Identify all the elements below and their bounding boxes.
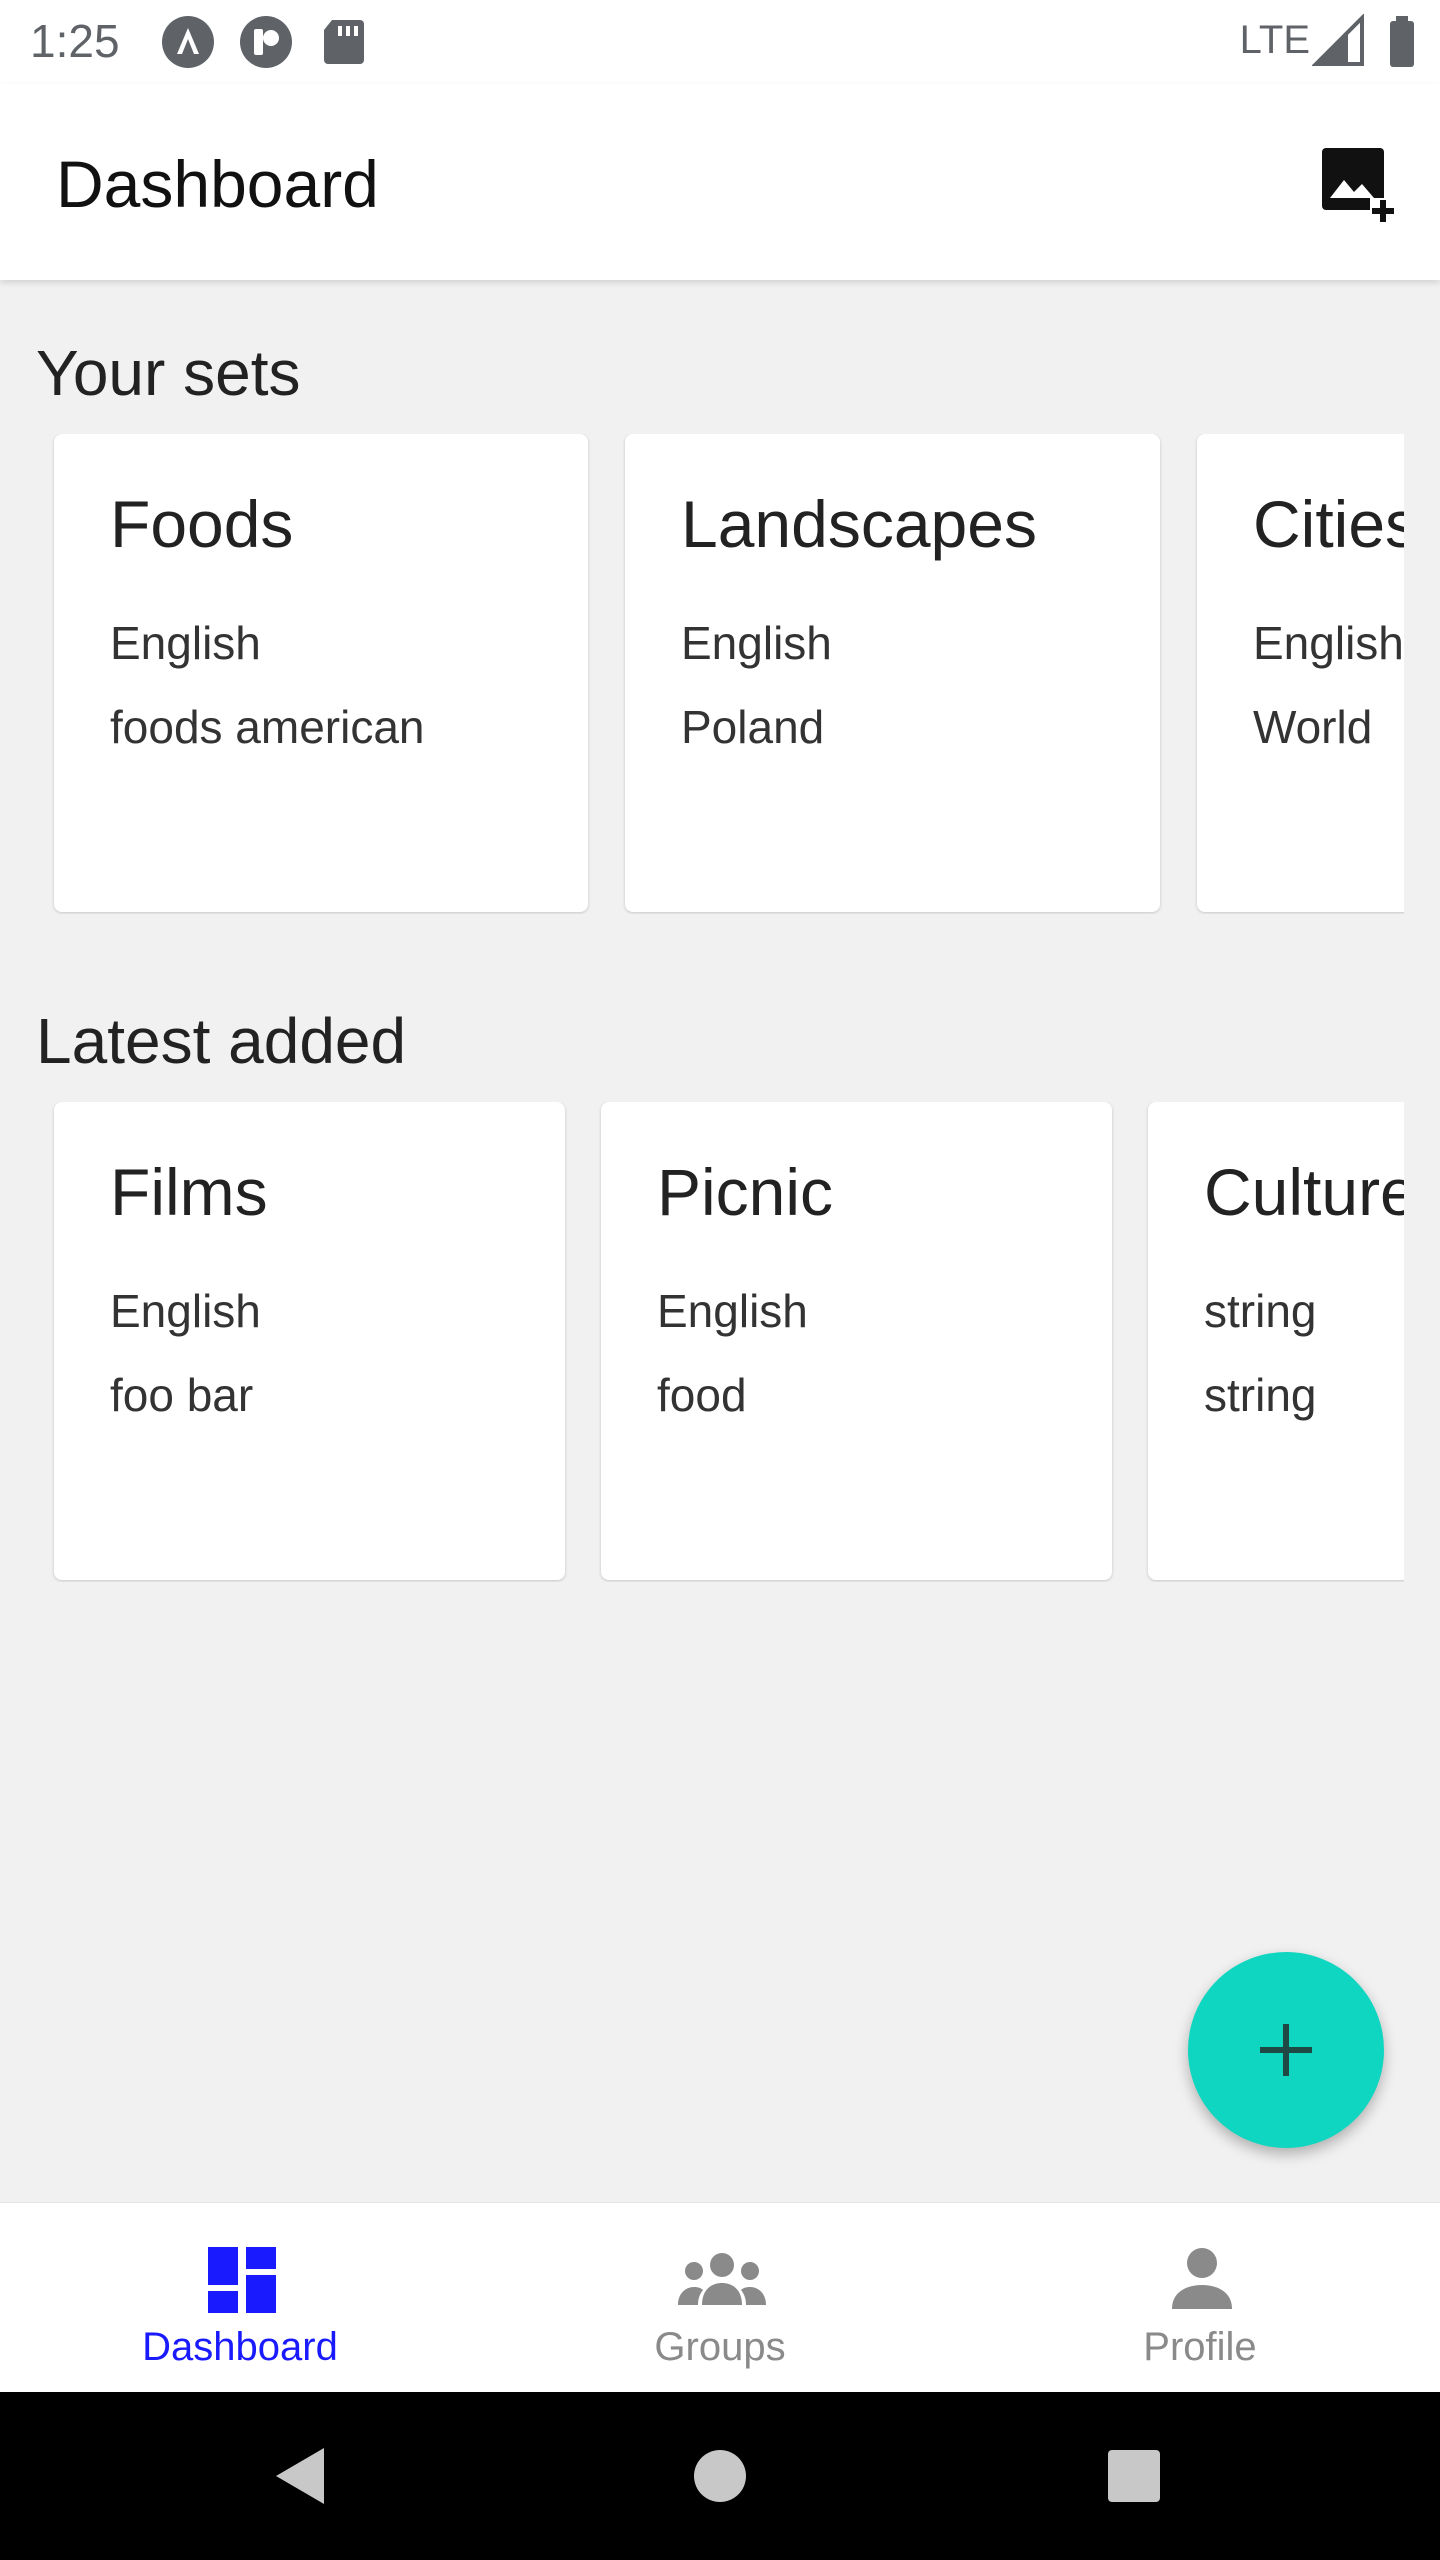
latest-card-language: English [657,1285,808,1337]
latest-card-title: Films [110,1155,268,1229]
latest-card-language: English [110,1285,261,1337]
latest-card-title: Culture [1204,1155,1404,1229]
person-icon [1172,2248,1232,2309]
latest-card[interactable]: Films English foo bar [54,1102,565,1580]
set-card[interactable]: Foods English foods american [54,434,588,912]
network-type: LTE [1239,18,1310,62]
latest-card-title: Picnic [657,1155,834,1229]
set-card-tags: Poland [681,701,825,753]
set-card-language: English [110,617,261,669]
status-time: 1:25 [30,15,120,67]
battery-icon [1390,16,1414,67]
system-navigation-bar [0,2392,1440,2560]
nav-item-dashboard[interactable]: Dashboard [0,2203,480,2393]
latest-card-language: string [1204,1285,1317,1337]
recents-icon[interactable] [1092,2434,1176,2518]
nav-item-profile[interactable]: Profile [960,2203,1440,2393]
status-bar: 1:25 LTE [0,0,1440,84]
home-icon[interactable] [678,2434,762,2518]
nav-label-groups: Groups [654,2325,786,2369]
section-title-your-sets: Your sets [36,337,301,409]
latest-card[interactable]: Culture string string [1148,1102,1404,1580]
latest-card-tags: food [657,1369,747,1421]
back-icon[interactable] [258,2434,342,2518]
nav-label-profile: Profile [1143,2325,1257,2369]
app-notification-icon [240,16,292,68]
bottom-navigation: Dashboard Groups Profile [0,2202,1440,2393]
page-title: Dashboard [56,147,379,221]
groups-icon [678,2253,766,2305]
your-sets-carousel[interactable]: Foods English foods american Landscapes … [0,434,1404,914]
latest-added-carousel[interactable]: Films English foo bar Picnic English foo… [0,1102,1404,1582]
set-card[interactable]: Landscapes English Poland [625,434,1160,912]
auto-icon [162,16,214,68]
set-card-tags: World [1253,701,1373,753]
set-card-title: Foods [110,487,294,561]
add-photo-button[interactable] [1316,142,1396,222]
nav-label-dashboard: Dashboard [142,2325,338,2369]
latest-card[interactable]: Picnic English food [601,1102,1112,1580]
section-title-latest-added: Latest added [36,1005,407,1077]
sd-card-icon [324,20,364,64]
plus-icon [1260,2024,1312,2076]
set-card-title: Landscapes [681,487,1037,561]
add-fab-button[interactable] [1188,1952,1384,2148]
set-card-language: English [681,617,832,669]
nav-item-groups[interactable]: Groups [480,2203,960,2393]
app-bar: Dashboard [0,84,1440,280]
add-photo-icon [1322,148,1396,222]
latest-card-tags: foo bar [110,1369,254,1421]
set-card[interactable]: Cities English World [1197,434,1404,912]
set-card-tags: foods american [110,701,425,753]
latest-card-tags: string [1204,1369,1317,1421]
set-card-language: English [1253,617,1404,669]
dashboard-icon [208,2247,276,2313]
set-card-title: Cities [1253,487,1404,561]
signal-icon [1312,14,1364,66]
